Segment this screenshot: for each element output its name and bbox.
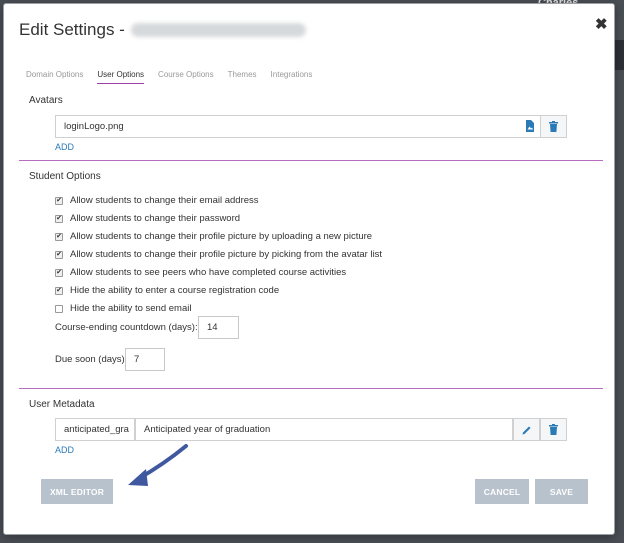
checkbox-label: Allow students to change their profile p…	[70, 249, 383, 260]
trash-icon	[549, 424, 558, 435]
add-metadata-link[interactable]: ADD	[55, 445, 74, 455]
metadata-delete-button[interactable]	[540, 418, 567, 441]
metadata-description-value: Anticipated year of graduation	[144, 424, 271, 435]
checkbox-row[interactable]: ✔ Allow students to change their profile…	[55, 231, 372, 242]
avatar-file-name: loginLogo.png	[64, 121, 124, 132]
due-soon-label: Due soon (days):	[55, 354, 128, 365]
checkbox-see-peers[interactable]: ✔	[55, 268, 63, 277]
checkbox-row[interactable]: Hide the ability to send email	[55, 303, 191, 314]
tab-integrations[interactable]: Integrations	[271, 70, 313, 84]
checkbox-label: Hide the ability to send email	[70, 303, 192, 314]
metadata-key-input[interactable]: anticipated_gra	[55, 418, 135, 441]
checkbox-label: Allow students to change their email add…	[70, 195, 259, 206]
checkbox-row[interactable]: ✔ Hide the ability to enter a course reg…	[55, 285, 279, 296]
checkbox-label: Allow students to change their profile p…	[70, 231, 373, 242]
modal-title-text: Edit Settings -	[19, 20, 125, 39]
modal-title: Edit Settings -	[19, 20, 306, 40]
section-divider	[19, 160, 603, 161]
tab-domain-options[interactable]: Domain Options	[26, 70, 83, 84]
backdrop-edge	[615, 40, 624, 70]
avatar-delete-button[interactable]	[540, 115, 567, 138]
checkbox-label: Allow students to see peers who have com…	[70, 267, 347, 278]
checkbox-change-email[interactable]: ✔	[55, 196, 63, 205]
countdown-days-input[interactable]: 14	[198, 316, 239, 339]
pencil-icon	[522, 426, 530, 434]
xml-editor-button[interactable]: XML EDITOR	[41, 479, 113, 504]
tab-themes[interactable]: Themes	[228, 70, 257, 84]
student-options-title: Student Options	[29, 171, 101, 182]
checkbox-row[interactable]: ✔ Allow students to change their passwor…	[55, 213, 240, 224]
close-icon[interactable]: ✖	[595, 15, 608, 33]
redacted-domain-name	[130, 23, 306, 37]
checkbox-hide-registration-code[interactable]: ✔	[55, 286, 63, 295]
add-avatar-link[interactable]: ADD	[55, 142, 74, 152]
checkbox-hide-send-email[interactable]	[55, 304, 63, 313]
edit-settings-modal: Edit Settings - ✖ Domain Options User Op…	[3, 3, 615, 535]
metadata-key-value: anticipated_gra	[64, 424, 129, 435]
due-soon-days-input[interactable]: 7	[125, 348, 165, 371]
user-metadata-title: User Metadata	[29, 399, 95, 410]
section-divider	[19, 388, 603, 389]
checkbox-row[interactable]: ✔ Allow students to see peers who have c…	[55, 267, 346, 278]
annotation-arrow	[128, 444, 188, 486]
checkbox-label: Allow students to change their password	[70, 213, 241, 224]
file-image-icon[interactable]	[525, 119, 535, 137]
trash-icon	[549, 121, 558, 132]
checkbox-upload-picture[interactable]: ✔	[55, 232, 63, 241]
tab-course-options[interactable]: Course Options	[158, 70, 214, 84]
checkbox-label: Hide the ability to enter a course regis…	[70, 285, 280, 296]
save-button[interactable]: SAVE	[535, 479, 588, 504]
avatar-file-field[interactable]: loginLogo.png	[55, 115, 541, 138]
tab-user-options[interactable]: User Options	[97, 70, 145, 84]
avatars-title: Avatars	[29, 95, 63, 106]
metadata-description-input[interactable]: Anticipated year of graduation	[135, 418, 513, 441]
checkbox-change-password[interactable]: ✔	[55, 214, 63, 223]
settings-tabs: Domain Options User Options Course Optio…	[26, 70, 326, 84]
countdown-label: Course-ending countdown (days):	[55, 322, 198, 333]
checkbox-row[interactable]: ✔ Allow students to change their email a…	[55, 195, 259, 206]
cancel-button[interactable]: CANCEL	[475, 479, 529, 504]
checkbox-row[interactable]: ✔ Allow students to change their profile…	[55, 249, 382, 260]
checkbox-pick-avatar[interactable]: ✔	[55, 250, 63, 259]
metadata-edit-button[interactable]	[513, 418, 540, 441]
